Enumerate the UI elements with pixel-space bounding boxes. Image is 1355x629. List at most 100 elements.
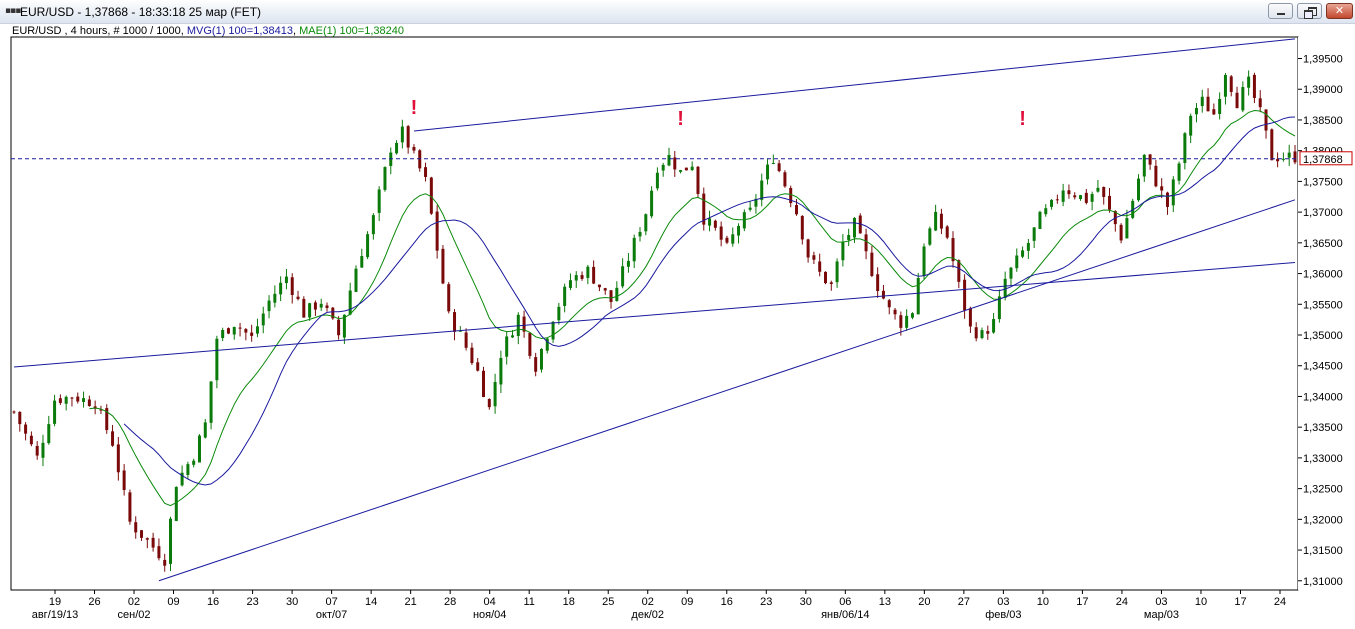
candle-body bbox=[661, 164, 665, 171]
candle-body bbox=[603, 288, 607, 291]
candle-body bbox=[255, 326, 259, 334]
candle-body bbox=[1125, 218, 1129, 239]
candle-body bbox=[968, 308, 972, 327]
candle-body bbox=[922, 246, 926, 276]
y-tick-label: 1,31000 bbox=[1303, 576, 1343, 588]
candle-body bbox=[238, 327, 242, 329]
candle-body bbox=[928, 228, 932, 245]
candle-body bbox=[53, 400, 57, 424]
candle-body bbox=[748, 207, 752, 210]
candle-body bbox=[980, 330, 984, 339]
candle-body bbox=[690, 166, 694, 171]
x-tick-label: 03 bbox=[1155, 596, 1167, 608]
y-tick-label: 1,35000 bbox=[1303, 330, 1343, 342]
candle-body bbox=[800, 215, 804, 240]
alerts-layer: !!! bbox=[411, 97, 1026, 130]
candle-body bbox=[510, 335, 514, 338]
candle-body bbox=[163, 559, 167, 566]
candle-body bbox=[1270, 129, 1274, 161]
candle-body bbox=[644, 214, 648, 232]
x-tick-label: 07 bbox=[325, 596, 337, 608]
candle-body bbox=[1032, 227, 1036, 241]
candle-body bbox=[1287, 152, 1291, 158]
candle-body bbox=[1108, 195, 1112, 210]
candle-body bbox=[371, 215, 375, 235]
candle-body bbox=[412, 147, 416, 151]
candle-body bbox=[395, 142, 399, 154]
y-tick-label: 1,39000 bbox=[1303, 84, 1343, 96]
candle-body bbox=[1171, 179, 1175, 206]
candle-body bbox=[1148, 154, 1152, 165]
candle-body bbox=[302, 298, 306, 318]
candle-body bbox=[1142, 154, 1146, 177]
candle-body bbox=[829, 282, 833, 284]
candle-body bbox=[1044, 208, 1048, 215]
candle-body bbox=[893, 309, 897, 315]
candle-body bbox=[992, 319, 996, 333]
y-tick-label: 1,36500 bbox=[1303, 238, 1343, 250]
candle-body bbox=[1084, 192, 1088, 203]
candle-body bbox=[406, 126, 410, 148]
candle-body bbox=[197, 435, 201, 463]
x-month-label: фев/03 bbox=[985, 609, 1021, 621]
candle-body bbox=[284, 276, 288, 284]
y-tick-label: 1,32500 bbox=[1303, 484, 1343, 496]
plot-area-border bbox=[10, 36, 1299, 591]
candle-body bbox=[812, 255, 816, 260]
candle-body bbox=[1021, 250, 1025, 257]
x-tick-label: 10 bbox=[1037, 596, 1049, 608]
candle-body bbox=[366, 234, 370, 258]
candle-body bbox=[818, 261, 822, 272]
x-tick-label: 13 bbox=[879, 596, 891, 608]
candle-body bbox=[447, 284, 451, 312]
x-month-label: сен/02 bbox=[118, 609, 151, 621]
candle-body bbox=[435, 211, 439, 251]
x-tick-label: 26 bbox=[88, 596, 100, 608]
candle-body bbox=[360, 256, 364, 268]
candle-body bbox=[354, 268, 358, 292]
candle-body bbox=[852, 217, 856, 238]
x-tick-label: 02 bbox=[128, 596, 140, 608]
candle-body bbox=[910, 313, 914, 318]
candle-body bbox=[186, 464, 190, 475]
candle-body bbox=[499, 357, 503, 385]
candle-body bbox=[580, 275, 584, 279]
candle-body bbox=[725, 237, 729, 243]
candle-body bbox=[64, 396, 68, 404]
candle-body bbox=[1223, 75, 1227, 97]
x-tick-label: 20 bbox=[918, 596, 930, 608]
x-tick-label: 16 bbox=[207, 596, 219, 608]
trendline bbox=[413, 38, 1296, 132]
candle-body bbox=[1160, 186, 1164, 191]
candle-body bbox=[290, 277, 294, 295]
candle-body bbox=[111, 431, 115, 446]
candle-body bbox=[673, 157, 677, 170]
candle-body bbox=[881, 290, 885, 299]
alert-marker-icon: ! bbox=[411, 97, 418, 119]
candle-body bbox=[226, 328, 230, 334]
candle-body bbox=[870, 252, 874, 276]
candle-body bbox=[18, 411, 22, 425]
candle-body bbox=[615, 287, 619, 301]
y-tick-label: 1,33500 bbox=[1303, 422, 1343, 434]
candle-body bbox=[1136, 178, 1140, 201]
candle-body bbox=[82, 398, 86, 403]
x-tick-label: 23 bbox=[246, 596, 258, 608]
candle-body bbox=[1281, 158, 1285, 160]
candle-body bbox=[232, 326, 236, 335]
candle-body bbox=[134, 522, 138, 533]
candle-body bbox=[1067, 190, 1071, 195]
x-tick-label: 30 bbox=[286, 596, 298, 608]
candle-body bbox=[35, 445, 39, 456]
candle-body bbox=[1235, 92, 1239, 109]
candle-body bbox=[169, 518, 173, 564]
candle-body bbox=[505, 336, 509, 357]
price-chart[interactable]: 1,31000 1,31500 1,32000 1,32500 1,33000 1,335… bbox=[0, 0, 1355, 629]
candle-body bbox=[1189, 115, 1193, 136]
candle-body bbox=[41, 442, 45, 458]
x-tick-label: 17 bbox=[1076, 596, 1088, 608]
x-month-label: ноя/04 bbox=[473, 609, 506, 621]
candle-body bbox=[534, 357, 538, 372]
candle-body bbox=[650, 190, 654, 217]
x-tick-label: 16 bbox=[721, 596, 733, 608]
